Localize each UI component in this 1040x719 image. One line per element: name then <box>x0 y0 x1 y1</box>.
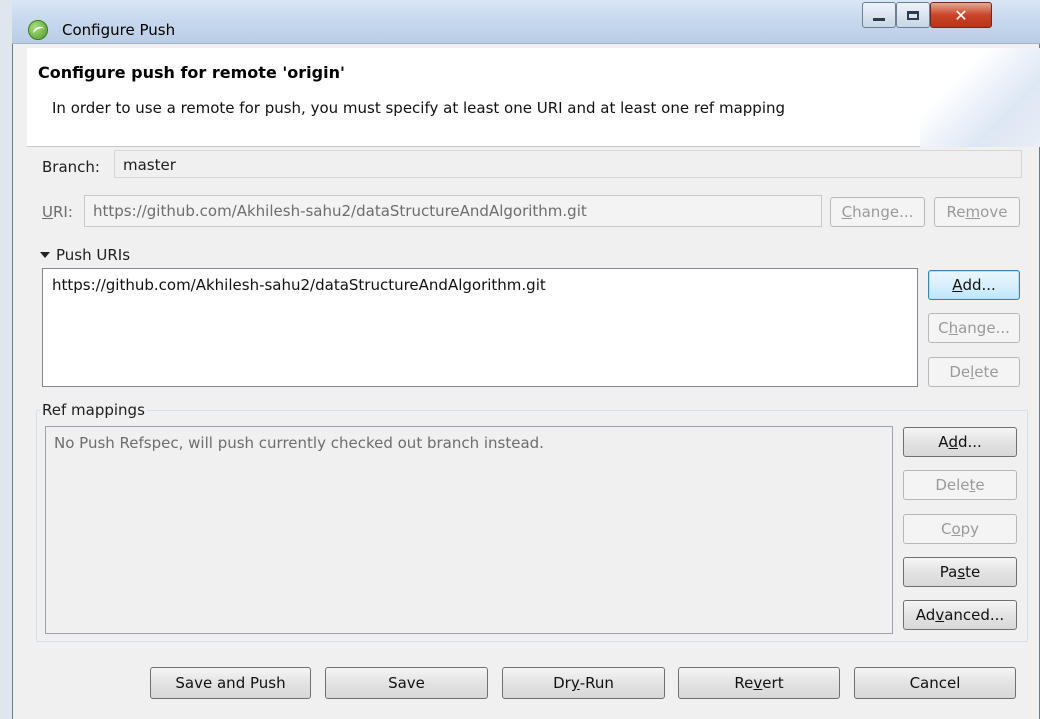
uri-label: URI: <box>42 203 73 221</box>
close-icon: ✕ <box>954 5 968 25</box>
window-title: Configure Push <box>62 21 176 39</box>
uri-field[interactable]: https://github.com/Akhilesh-sahu2/dataSt… <box>84 195 822 227</box>
minimize-button[interactable] <box>862 2 896 28</box>
ref-copy-button[interactable]: Co py <box>903 514 1017 544</box>
ref-add-button[interactable]: Ad d... <box>903 427 1017 457</box>
spring-app-icon <box>28 20 48 40</box>
push-uri-list-item[interactable]: https://github.com/Akhilesh-sahu2/dataSt… <box>52 276 546 294</box>
dialog-description: In order to use a remote for push, you m… <box>52 99 786 117</box>
push-uris-section-toggle[interactable]: Push URIs <box>40 246 130 264</box>
dialog-title: Configure push for remote 'origin' <box>38 63 345 82</box>
push-uri-change-button[interactable]: Ch ange... <box>928 313 1020 343</box>
ref-mappings-table[interactable] <box>45 426 893 634</box>
ref-mappings-placeholder: No Push Refspec, will push currently che… <box>54 434 544 452</box>
save-and-push-button[interactable]: Save and Push <box>150 667 311 699</box>
dry-run-button[interactable]: Dr y -Run <box>502 667 665 699</box>
save-button[interactable]: Save <box>325 667 488 699</box>
expand-triangle-icon <box>40 252 50 258</box>
close-button[interactable]: ✕ <box>930 2 992 28</box>
branch-field: master <box>114 150 1022 178</box>
uri-change-button[interactable]: Change... <box>830 197 925 227</box>
push-uri-delete-button[interactable]: De l ete <box>928 357 1020 387</box>
ref-mappings-label: Ref mappings <box>40 401 147 419</box>
push-uri-add-button[interactable]: Add... <box>928 270 1020 300</box>
ref-paste-button[interactable]: Pa s te <box>903 557 1017 587</box>
maximize-icon <box>907 10 919 20</box>
revert-button[interactable]: Re v ert <box>678 667 840 699</box>
ref-delete-button[interactable]: Dele t e <box>903 470 1017 500</box>
uri-remove-button[interactable]: Re m ove <box>934 197 1020 227</box>
cancel-button[interactable]: Cancel <box>854 667 1016 699</box>
ref-advanced-button[interactable]: Ad v anced... <box>903 600 1017 630</box>
branch-value: master <box>123 156 176 174</box>
uri-value: https://github.com/Akhilesh-sahu2/dataSt… <box>93 202 587 220</box>
maximize-button[interactable] <box>896 2 930 28</box>
push-uris-label: Push URIs <box>56 246 131 264</box>
minimize-icon <box>873 17 885 21</box>
branch-label: Branch: <box>42 158 100 176</box>
